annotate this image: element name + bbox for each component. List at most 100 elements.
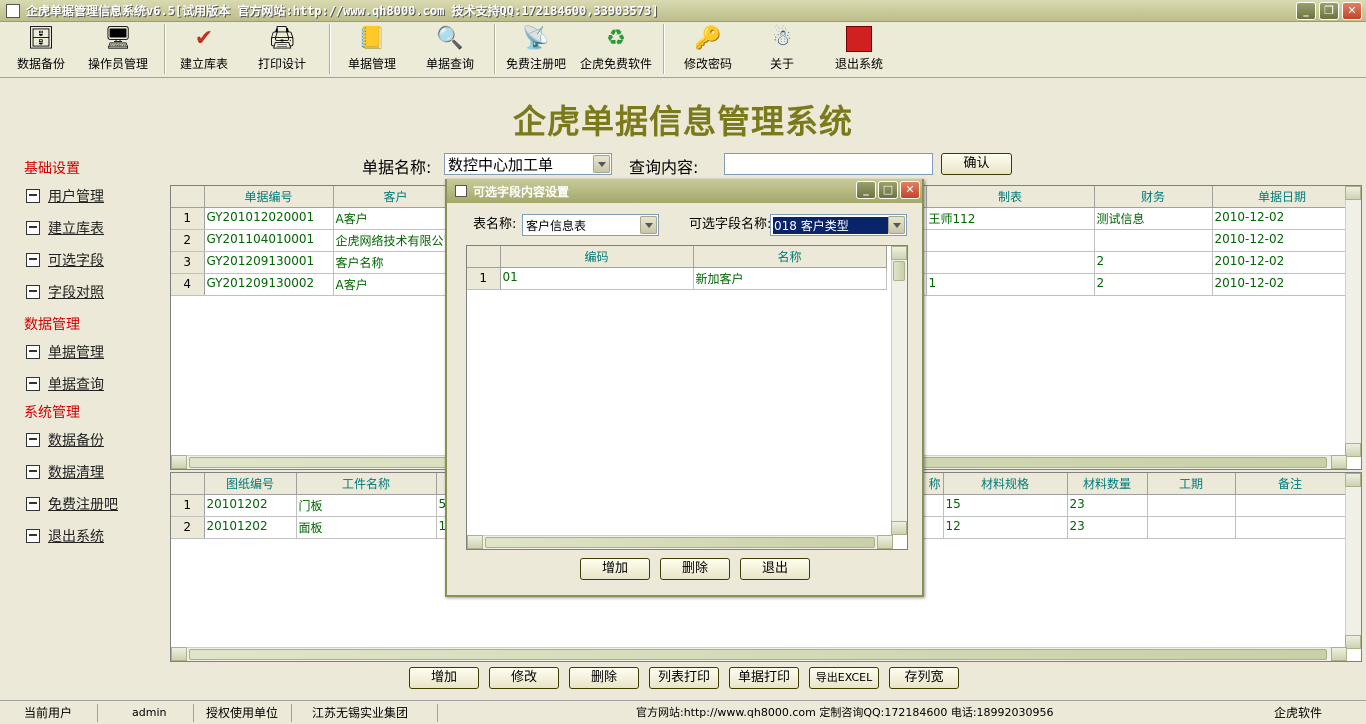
nav-item-clean[interactable]: 数据清理 (0, 456, 168, 488)
cell-customer[interactable]: A客户 (333, 207, 459, 230)
dialog-add-button[interactable]: 增加 (580, 558, 650, 580)
scroll-down-icon[interactable] (891, 521, 907, 535)
cell-period[interactable] (1147, 494, 1236, 517)
scroll-right-icon[interactable] (1331, 455, 1347, 469)
cell-date[interactable]: 2010-12-02 (1212, 251, 1353, 274)
minimize-icon[interactable]: _ (856, 181, 876, 199)
cell-drawing[interactable]: 20101202 (204, 516, 297, 539)
cell-finance[interactable]: 测试信息 (1094, 207, 1213, 230)
cell-name[interactable]: 新加客户 (693, 267, 887, 290)
cell-customer[interactable]: A客户 (333, 273, 459, 296)
toolbar-button-free-software[interactable]: ♻ 企虎免费软件 (573, 22, 659, 76)
cell-customer[interactable]: 客户名称 (333, 251, 459, 274)
maximize-icon[interactable]: □ (878, 181, 898, 199)
cell-date[interactable]: 2010-12-02 (1212, 229, 1353, 252)
cell-part[interactable]: 门板 (296, 494, 437, 517)
nav-item-document-manage[interactable]: 单据管理 (0, 336, 168, 368)
delete-button[interactable]: 删除 (569, 667, 639, 689)
vertical-scrollbar[interactable] (1345, 186, 1361, 457)
column-header[interactable]: 客户 (333, 186, 459, 208)
document-print-button[interactable]: 单据打印 (729, 667, 799, 689)
cell-note[interactable] (1235, 516, 1346, 539)
table-row[interactable]: 1 01 新加客户 (467, 267, 887, 290)
toolbar-button-register[interactable]: 📡 免费注册吧 (499, 22, 573, 76)
export-excel-button[interactable]: 导出EXCEL (809, 667, 879, 689)
nav-item-exit[interactable]: 退出系统 (0, 520, 168, 552)
horizontal-scrollbar[interactable] (467, 535, 893, 549)
column-header[interactable]: 备注 (1235, 473, 1346, 495)
cell-date[interactable]: 2010-12-02 (1212, 207, 1353, 230)
cell-date[interactable]: 2010-12-02 (1212, 273, 1353, 296)
toolbar-button-backup[interactable]: 🗄 数据备份 (6, 22, 76, 76)
cell-finance[interactable]: 2 (1094, 273, 1213, 296)
toolbar-button-change-password[interactable]: 🔑 修改密码 (668, 22, 748, 76)
toolbar-button-document-search[interactable]: 🔍 单据查询 (410, 22, 490, 76)
cell-maker[interactable] (926, 251, 1095, 274)
scroll-left-icon[interactable] (171, 647, 187, 661)
field-name-select[interactable]: 018 客户类型 (770, 214, 907, 236)
scroll-right-icon[interactable] (1331, 647, 1347, 661)
cell-code[interactable]: GY201012020001 (204, 207, 334, 230)
scroll-left-icon[interactable] (171, 455, 187, 469)
add-button[interactable]: 增加 (409, 667, 479, 689)
cell-drawing[interactable]: 20101202 (204, 494, 297, 517)
query-content-input[interactable] (724, 153, 933, 175)
vertical-scrollbar[interactable] (891, 246, 907, 535)
nav-item-user-manage[interactable]: 用户管理 (0, 180, 168, 212)
close-icon[interactable]: ✕ (1342, 2, 1362, 20)
scroll-left-icon[interactable] (467, 535, 483, 549)
column-header[interactable]: 工期 (1147, 473, 1236, 495)
cell-maker[interactable]: 1 (926, 273, 1095, 296)
toolbar-button-create-table[interactable]: ✔ 建立库表 (169, 22, 239, 76)
column-header[interactable]: 图纸编号 (204, 473, 297, 495)
nav-item-backup[interactable]: 数据备份 (0, 424, 168, 456)
scroll-down-icon[interactable] (1345, 635, 1361, 649)
cell-finance[interactable] (1094, 229, 1213, 252)
cell-amount[interactable]: 23 (1067, 494, 1148, 517)
chevron-down-icon[interactable] (640, 216, 657, 234)
toolbar-button-document-manage[interactable]: 📒 单据管理 (334, 22, 410, 76)
cell-amount[interactable]: 23 (1067, 516, 1148, 539)
confirm-button[interactable]: 确认 (941, 153, 1012, 175)
cell-part[interactable]: 面板 (296, 516, 437, 539)
cell-spec[interactable]: 12 (943, 516, 1068, 539)
column-header[interactable]: 名称 (693, 246, 887, 268)
dialog-exit-button[interactable]: 退出 (740, 558, 810, 580)
scroll-right-icon[interactable] (877, 535, 893, 549)
column-header[interactable]: 制表 (926, 186, 1095, 208)
nav-item-document-search[interactable]: 单据查询 (0, 368, 168, 400)
scroll-thumb[interactable] (189, 649, 1327, 660)
minimize-icon[interactable]: _ (1296, 2, 1316, 20)
toolbar-button-exit[interactable]: 退出系统 (816, 22, 902, 76)
document-name-select[interactable]: 数控中心加工单 (444, 153, 612, 175)
cell-code[interactable]: GY201209130002 (204, 273, 334, 296)
cell-note[interactable] (1235, 494, 1346, 517)
chevron-down-icon[interactable] (888, 216, 905, 234)
save-column-width-button[interactable]: 存列宽 (889, 667, 959, 689)
nav-item-create-table[interactable]: 建立库表 (0, 212, 168, 244)
toolbar-button-about[interactable]: ☃ 关于 (748, 22, 816, 76)
close-icon[interactable]: ✕ (900, 181, 920, 199)
column-header[interactable]: 材料规格 (943, 473, 1068, 495)
horizontal-scrollbar[interactable] (171, 647, 1347, 661)
edit-button[interactable]: 修改 (489, 667, 559, 689)
scroll-down-icon[interactable] (1345, 443, 1361, 457)
column-header[interactable]: 材料数量 (1067, 473, 1148, 495)
nav-item-optional-fields[interactable]: 可选字段 (0, 244, 168, 276)
cell-customer[interactable]: 企虎网络技术有限公司 (333, 229, 459, 252)
cell-finance[interactable]: 2 (1094, 251, 1213, 274)
list-print-button[interactable]: 列表打印 (649, 667, 719, 689)
cell-maker[interactable] (926, 229, 1095, 252)
cell-period[interactable] (1147, 516, 1236, 539)
nav-item-register[interactable]: 免费注册吧 (0, 488, 168, 520)
scroll-up-icon[interactable] (891, 246, 907, 260)
cell-code[interactable]: GY201209130001 (204, 251, 334, 274)
column-header[interactable]: 单据日期 (1212, 186, 1353, 208)
vertical-scrollbar[interactable] (1345, 473, 1361, 649)
cell-spec[interactable]: 15 (943, 494, 1068, 517)
toolbar-button-operator[interactable]: 🖥 操作员管理 (76, 22, 160, 76)
column-header[interactable]: 编码 (500, 246, 694, 268)
table-name-select[interactable]: 客户信息表 (522, 214, 659, 236)
toolbar-button-print-design[interactable]: 🖨 打印设计 (239, 22, 325, 76)
column-header[interactable]: 财务 (1094, 186, 1213, 208)
